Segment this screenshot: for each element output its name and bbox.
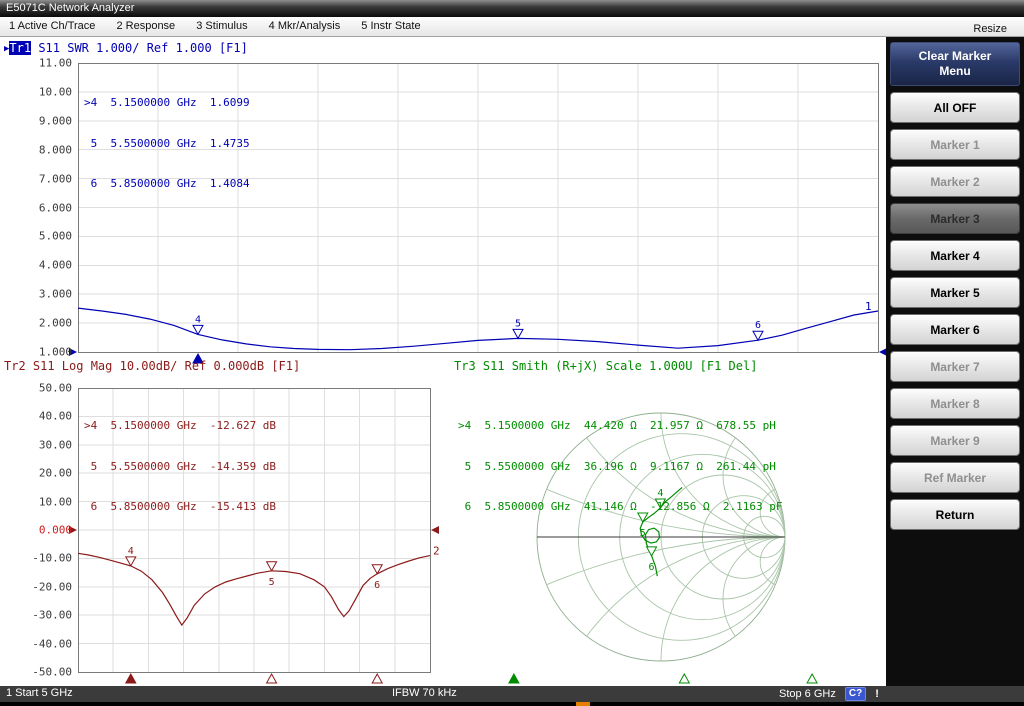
marker-readout-row: >4 5.1500000 GHz 44.420 Ω 21.957 Ω 678.5…	[458, 419, 783, 433]
correction-badge: C?	[845, 687, 866, 701]
menu-stimulus[interactable]: 3 Stimulus	[187, 17, 256, 35]
softkey-menu-title-line1: Clear Marker	[891, 49, 1019, 64]
softkey-marker-5[interactable]: Marker 5	[890, 277, 1020, 308]
softkey-marker-1: Marker 1	[890, 129, 1020, 160]
tr2-ytick-label: -10.00	[22, 552, 72, 565]
tr1-ytick-label: 1.000	[22, 346, 72, 359]
marker-readout-row: >4 5.1500000 GHz 1.6099	[84, 96, 250, 110]
tr1-ytick-label: 11.00	[22, 57, 72, 70]
tr3-header: Tr3 S11 Smith (R+jX) Scale 1.000U [F1 De…	[454, 359, 757, 373]
marker-readout-row: 6 5.8500000 GHz 41.146 Ω -12.856 Ω 2.116…	[458, 500, 783, 514]
tr1-format-text: S11 SWR 1.000/ Ref 1.000 [F1]	[31, 41, 248, 55]
tr1-ytick-label: 9.000	[22, 114, 72, 127]
e5071c-window: E5071C Network Analyzer 1 Active Ch/Trac…	[0, 0, 1024, 706]
tr2-ytick-label: -30.00	[22, 609, 72, 622]
softkey-marker-7: Marker 7	[890, 351, 1020, 382]
status-bar: 1 Start 5 GHz IFBW 70 kHz Stop 6 GHz C? …	[0, 686, 1024, 702]
softkey-ref-marker: Ref Marker	[890, 462, 1020, 493]
marker-readout-row: 6 5.8500000 GHz 1.4084	[84, 177, 250, 191]
softkey-marker-2: Marker 2	[890, 166, 1020, 197]
marker-readout-row: 6 5.8500000 GHz -15.413 dB	[84, 500, 276, 514]
tr2-ytick-label: -20.00	[22, 580, 72, 593]
tr3-label: Tr3	[454, 359, 476, 373]
menu-instr-state[interactable]: 5 Instr State	[352, 17, 429, 35]
tr2-format-text: S11 Log Mag 10.00dB/ Ref 0.000dB [F1]	[26, 359, 301, 373]
tr1-ytick-label: 6.000	[22, 201, 72, 214]
tr3-format-text: S11 Smith (R+jX) Scale 1.000U [F1 Del]	[476, 359, 758, 373]
tr1-ytick-label: 3.000	[22, 288, 72, 301]
tr1-label: Tr1	[9, 41, 31, 55]
menu-active-ch-trace[interactable]: 1 Active Ch/Trace	[0, 17, 104, 35]
tr1-ytick-label: 4.000	[22, 259, 72, 272]
tr1-header: ▶Tr1 S11 SWR 1.000/ Ref 1.000 [F1]	[4, 41, 248, 56]
softkey-menu-title: Clear Marker Menu	[890, 42, 1020, 86]
tr2-ytick-label: 0.000	[22, 524, 72, 537]
title-bar: E5071C Network Analyzer	[0, 0, 1024, 17]
tr2-ytick-label: 50.00	[22, 382, 72, 395]
tr1-ytick-label: 8.000	[22, 143, 72, 156]
tr2-marker-readout: >4 5.1500000 GHz -12.627 dB 5 5.5500000 …	[84, 392, 276, 541]
marker-readout-row: 5 5.5500000 GHz 1.4735	[84, 137, 250, 151]
window-title: E5071C Network Analyzer	[6, 2, 134, 14]
tr1-ytick-label: 2.000	[22, 317, 72, 330]
softkey-marker-6[interactable]: Marker 6	[890, 314, 1020, 345]
softkey-marker-4[interactable]: Marker 4	[890, 240, 1020, 271]
tr1-ytick-label: 10.00	[22, 85, 72, 98]
tr2-label: Tr2	[4, 359, 26, 373]
tr2-ytick-label: -40.00	[22, 637, 72, 650]
tr2-ytick-label: 30.00	[22, 438, 72, 451]
softkey-marker-3[interactable]: Marker 3	[890, 203, 1020, 234]
tr2-ytick-label: 20.00	[22, 467, 72, 480]
status-ifbw: IFBW 70 kHz	[392, 686, 457, 701]
softkey-return[interactable]: Return	[890, 499, 1020, 530]
error-indicator: !	[875, 687, 879, 702]
marker-readout-row: >4 5.1500000 GHz -12.627 dB	[84, 419, 276, 433]
softkey-menu-title-line2: Menu	[891, 64, 1019, 79]
tr2-ytick-label: 40.00	[22, 410, 72, 423]
softkey-all-off[interactable]: All OFF	[890, 92, 1020, 123]
menu-response[interactable]: 2 Response	[107, 17, 184, 35]
softkey-marker-8: Marker 8	[890, 388, 1020, 419]
tr1-ytick-label: 5.000	[22, 230, 72, 243]
tr2-ytick-label: 10.00	[22, 495, 72, 508]
tr1-ytick-label: 7.000	[22, 172, 72, 185]
menu-resize[interactable]: Resize	[964, 20, 1016, 38]
status-stop: Stop 6 GHz	[779, 687, 836, 702]
bottom-strip	[0, 702, 1024, 706]
tr1-marker-readout: >4 5.1500000 GHz 1.6099 5 5.5500000 GHz …	[84, 69, 250, 218]
menu-mkr-analysis[interactable]: 4 Mkr/Analysis	[260, 17, 350, 35]
marker-readout-row: 5 5.5500000 GHz -14.359 dB	[84, 460, 276, 474]
marker-readout-row: 5 5.5500000 GHz 36.196 Ω 9.1167 Ω 261.44…	[458, 460, 783, 474]
tr2-ytick-label: -50.00	[22, 666, 72, 679]
softkey-sidebar: Clear Marker Menu All OFF Marker 1 Marker …	[886, 37, 1024, 686]
tr2-header: Tr2 S11 Log Mag 10.00dB/ Ref 0.000dB [F1…	[4, 359, 300, 373]
status-start: 1 Start 5 GHz	[6, 686, 73, 701]
softkey-marker-9: Marker 9	[890, 425, 1020, 456]
tr3-marker-readout: >4 5.1500000 GHz 44.420 Ω 21.957 Ω 678.5…	[458, 392, 783, 541]
menu-bar: 1 Active Ch/Trace 2 Response 3 Stimulus …	[0, 17, 1024, 37]
taskbar-indicator	[576, 702, 590, 706]
